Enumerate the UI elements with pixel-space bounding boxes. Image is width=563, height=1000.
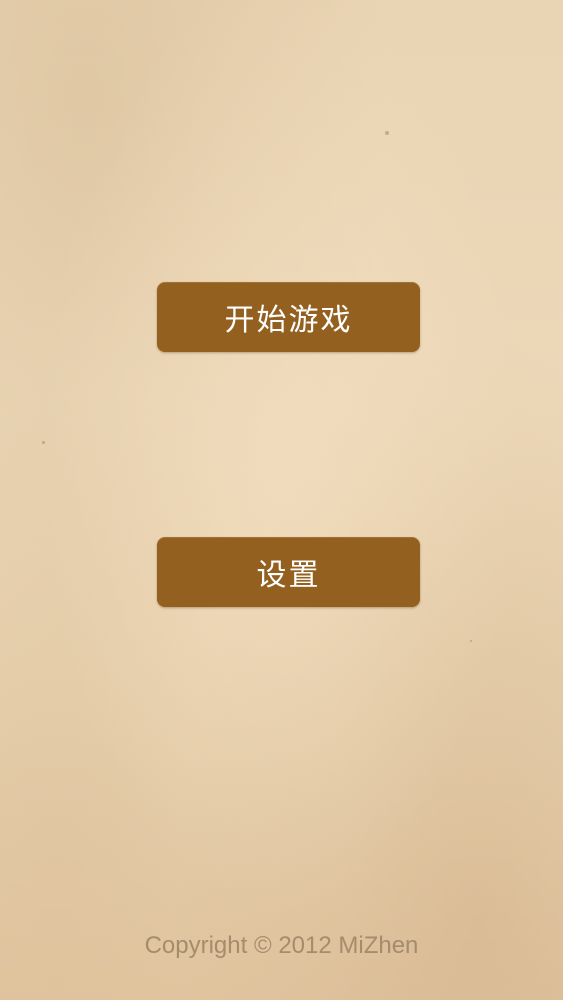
start-game-label: 开始游戏 <box>224 303 353 338</box>
copyright-text: Copyright © 2012 MiZhen <box>144 932 419 959</box>
paper-speck <box>42 441 45 444</box>
settings-label: 设置 <box>256 558 321 593</box>
main-menu-screen: 开始游戏 设置 Copyright © 2012 MiZhen <box>0 0 563 1000</box>
settings-button[interactable]: 设置 <box>157 537 420 607</box>
start-game-button[interactable]: 开始游戏 <box>157 282 420 352</box>
paper-speck <box>470 640 472 642</box>
paper-speck <box>385 131 389 135</box>
